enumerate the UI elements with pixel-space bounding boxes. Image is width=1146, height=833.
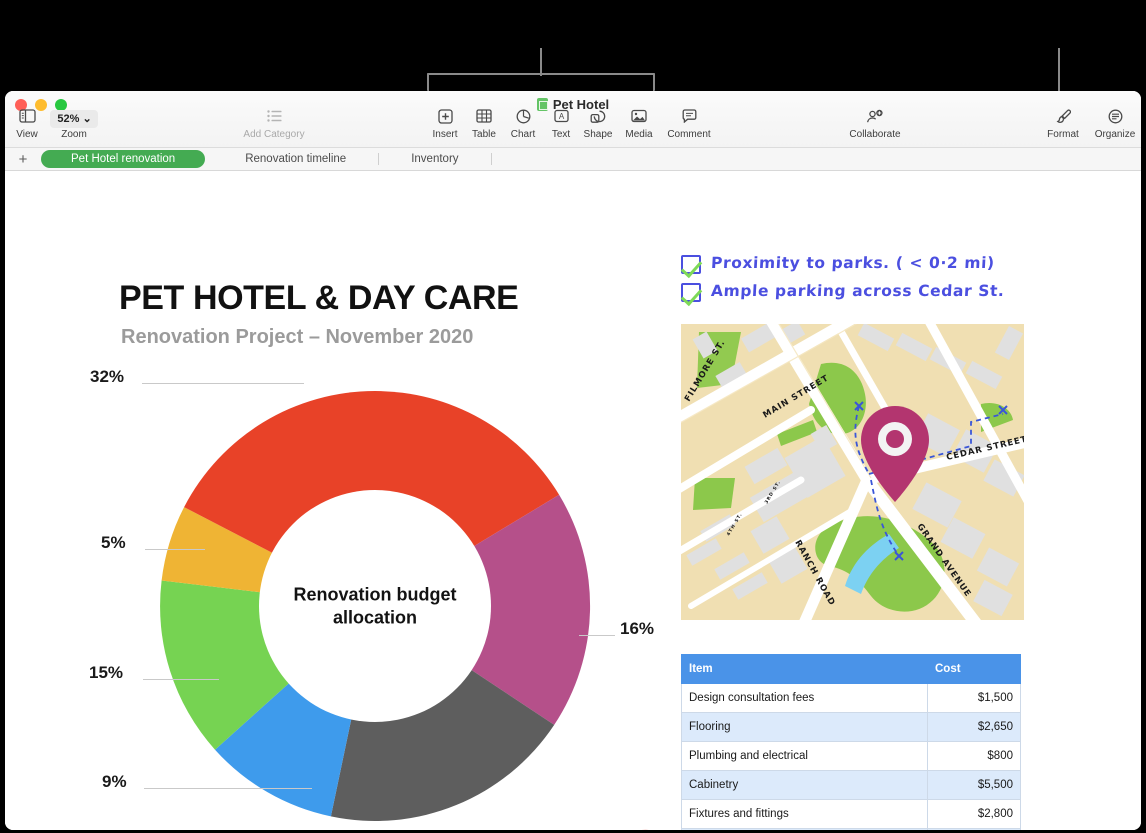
- budget-donut-chart[interactable]: Renovation budget allocation: [145, 376, 605, 830]
- window-titlebar: Pet Hotel View 52% ⌄ Zoom Add Category I…: [5, 91, 1141, 148]
- cell-cost[interactable]: $800: [927, 741, 1021, 771]
- toolbar-zoom-label: Zoom: [61, 129, 87, 140]
- chart-label-32: 32%: [90, 367, 125, 386]
- photo-icon: [611, 109, 667, 127]
- cell-item[interactable]: Fixtures and fittings: [681, 799, 928, 829]
- column-header-cost: Cost: [927, 654, 1021, 684]
- table-row: Plumbing and electrical $800: [681, 741, 1021, 771]
- cell-item[interactable]: Flooring: [681, 712, 928, 742]
- toolbar-zoom-control[interactable]: 52% ⌄ Zoom: [46, 109, 102, 140]
- toolbar-comment-label: Comment: [667, 129, 711, 140]
- toolbar-comment-button[interactable]: Comment: [661, 109, 717, 140]
- person-add-icon: [847, 109, 903, 127]
- donut-hole: [259, 490, 491, 722]
- toolbar-organize-label: Organize: [1094, 129, 1136, 140]
- callout-bracket-toolbar: [427, 73, 655, 91]
- chart-label-9: 9%: [102, 772, 127, 791]
- cell-cost[interactable]: $4,000: [927, 828, 1021, 830]
- chevron-down-icon: ⌄: [82, 113, 92, 125]
- toolbar-collaborate-button[interactable]: Collaborate: [847, 109, 903, 140]
- tab-divider: [490, 153, 492, 165]
- toolbar-media-button[interactable]: Media: [611, 109, 667, 140]
- paintbrush-icon: [1035, 109, 1091, 127]
- list-icon: [234, 109, 314, 127]
- sheet-tab-pet-hotel-renovation[interactable]: Pet Hotel renovation: [41, 150, 206, 168]
- handwritten-checklist: Proximity to parks. ( < 0·2 mi) Ample pa…: [681, 254, 1005, 310]
- leader-line-5: [145, 549, 205, 550]
- add-sheet-button[interactable]: +: [5, 151, 41, 168]
- sheet-canvas: PET HOTEL & DAY CARE Renovation Project …: [5, 171, 1141, 830]
- map-svg: FILMORE ST. MAIN STREET CEDAR STREET GRA…: [681, 324, 1024, 620]
- chart-label-15: 15%: [89, 663, 124, 682]
- leader-line-9: [144, 788, 312, 789]
- checklist-label: Proximity to parks. ( < 0·2 mi): [710, 254, 996, 272]
- cell-cost[interactable]: $5,500: [927, 770, 1021, 800]
- callout-stem-toolbar: [540, 48, 542, 76]
- location-map[interactable]: FILMORE ST. MAIN STREET CEDAR STREET GRA…: [681, 324, 1024, 620]
- chart-label-16: 16%: [620, 619, 655, 638]
- table-row: Flooring $2,650: [681, 712, 1021, 742]
- toolbar-format-button[interactable]: Format: [1035, 109, 1091, 140]
- sheet-tab-renovation-timeline[interactable]: Renovation timeline: [227, 151, 364, 167]
- toolbar-organize-button[interactable]: Organize: [1087, 109, 1141, 140]
- sheet-tab-bar: + Pet Hotel renovation Renovation timeli…: [5, 148, 1141, 171]
- organize-circle-icon: [1087, 109, 1141, 127]
- leader-line-15: [143, 679, 219, 680]
- checklist-label: Ample parking across Cedar St.: [710, 282, 1006, 300]
- table-header-row: Item Cost: [681, 654, 1021, 684]
- numbers-window: Pet Hotel View 52% ⌄ Zoom Add Category I…: [5, 91, 1141, 830]
- page-subtitle: Renovation Project – November 2020: [121, 326, 474, 348]
- chart-label-5: 5%: [101, 533, 126, 552]
- leader-line-16: [579, 635, 615, 636]
- svg-text:A: A: [558, 112, 564, 121]
- toolbar-add-category-label: Add Category: [243, 129, 305, 140]
- speech-bubble-icon: [661, 109, 717, 127]
- checkbox-checked-icon: [681, 255, 701, 274]
- leader-line-32: [142, 383, 304, 384]
- page-title: PET HOTEL & DAY CARE: [119, 279, 519, 317]
- budget-table[interactable]: Item Cost Design consultation fees $1,500…: [681, 654, 1021, 830]
- column-header-item: Item: [681, 654, 928, 684]
- table-row: Fixtures and fittings $2,800: [681, 799, 1021, 829]
- checklist-item-proximity: Proximity to parks. ( < 0·2 mi): [681, 254, 1005, 282]
- table-row: Cabinetry $5,500: [681, 770, 1021, 800]
- cell-cost[interactable]: $2,800: [927, 799, 1021, 829]
- cell-cost[interactable]: $2,650: [927, 712, 1021, 742]
- donut-svg: [160, 390, 591, 821]
- annotation-circle-23: [602, 825, 684, 830]
- zoom-value: 52%: [57, 113, 80, 125]
- table-row: Labor$4,000: [681, 828, 1021, 830]
- toolbar-collaborate-label: Collaborate: [849, 129, 901, 140]
- toolbar-add-category-button[interactable]: Add Category: [234, 109, 314, 140]
- zoom-value-pill[interactable]: 52% ⌄: [46, 109, 102, 128]
- tab-divider: [378, 153, 380, 165]
- checkbox-checked-icon: [681, 283, 701, 302]
- cell-item[interactable]: Plumbing and electrical: [681, 741, 928, 771]
- cell-item-labor[interactable]: Labor: [681, 828, 928, 830]
- table-row: Design consultation fees $1,500: [681, 683, 1021, 713]
- cell-cost[interactable]: $1,500: [927, 683, 1021, 713]
- cell-item[interactable]: Cabinetry: [681, 770, 928, 800]
- sheet-tab-inventory[interactable]: Inventory: [393, 151, 476, 167]
- checklist-item-parking: Ample parking across Cedar St.: [681, 282, 1005, 310]
- toolbar-media-label: Media: [625, 129, 653, 140]
- cell-item[interactable]: Design consultation fees: [681, 683, 928, 713]
- toolbar-format-label: Format: [1047, 129, 1079, 140]
